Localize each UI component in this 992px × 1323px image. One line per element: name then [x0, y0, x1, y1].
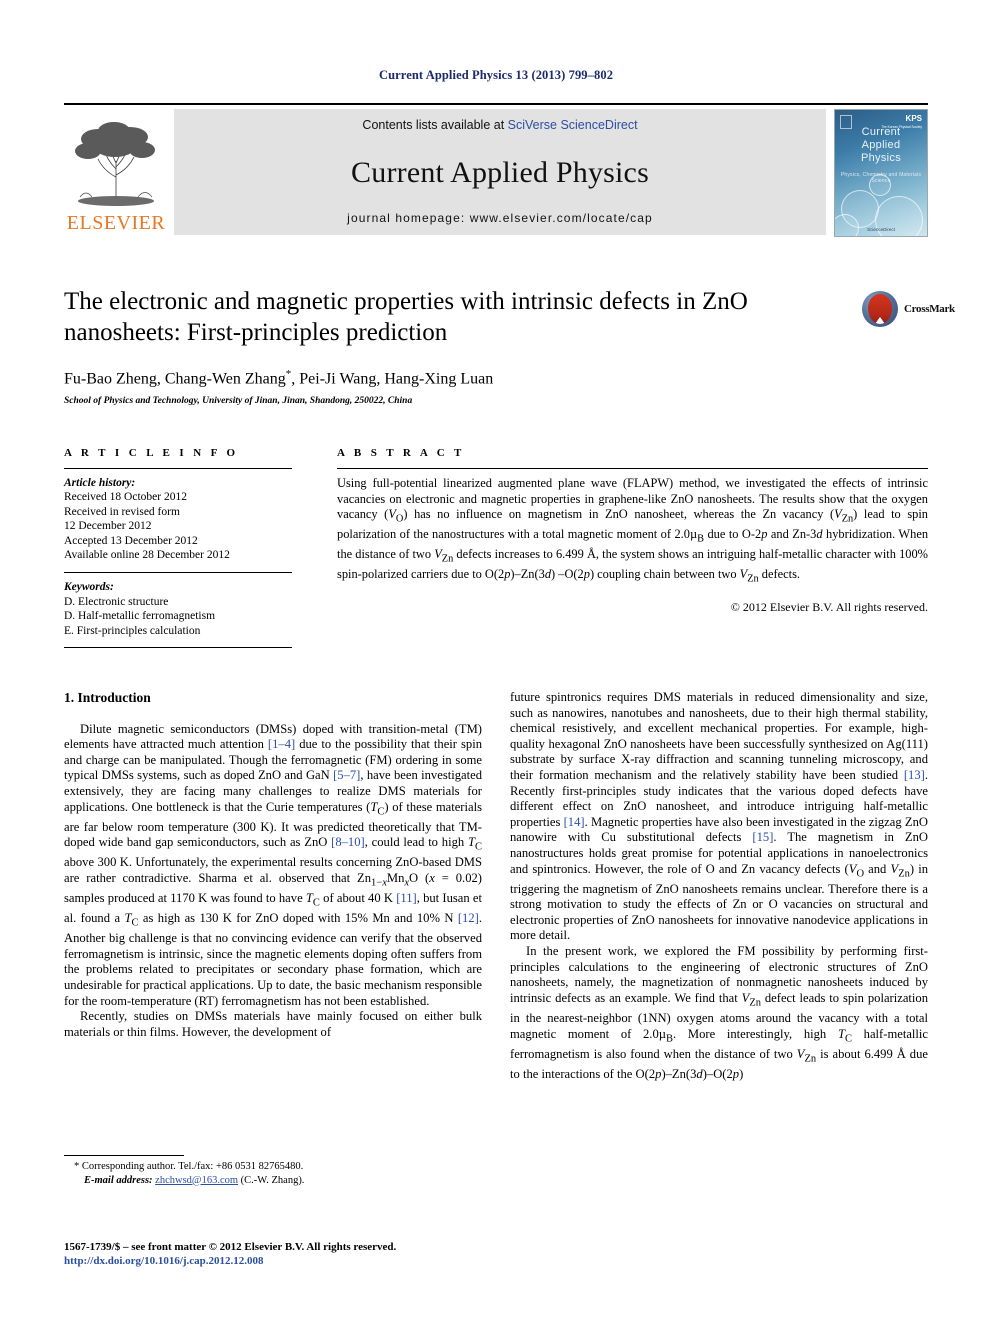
- journal-banner: Contents lists available at SciVerse Sci…: [174, 109, 826, 235]
- history-item: 12 December 2012: [64, 520, 152, 533]
- author-list: Fu-Bao Zheng, Chang-Wen Zhang*, Pei-Ji W…: [64, 368, 854, 388]
- history-item: Received 18 October 2012: [64, 491, 187, 504]
- sciencedirect-link[interactable]: SciVerse ScienceDirect: [508, 118, 638, 132]
- body-column-left: 1. Introduction Dilute magnetic semicond…: [64, 690, 482, 1040]
- email-note: E-mail address: zhchwsd@163.com (C.-W. Z…: [64, 1174, 482, 1188]
- contents-prefix: Contents lists available at: [362, 118, 508, 132]
- body-column-right: future spintronics requires DMS material…: [510, 690, 928, 1082]
- elsevier-tree-icon: [68, 117, 164, 213]
- imprint-block: 1567-1739/$ – see front matter © 2012 El…: [64, 1240, 524, 1268]
- article-title: The electronic and magnetic properties w…: [64, 288, 748, 346]
- cover-title: Current Applied Physics: [861, 126, 901, 164]
- elsevier-logo: ELSEVIER: [64, 109, 168, 235]
- paragraph: In the present work, we explored the FM …: [510, 944, 928, 1081]
- title-block: The electronic and magnetic properties w…: [64, 286, 854, 406]
- abstract-copyright: © 2012 Elsevier B.V. All rights reserved…: [730, 600, 928, 615]
- email-link[interactable]: zhchwsd@163.com: [155, 1175, 238, 1186]
- history-item: Available online 28 December 2012: [64, 549, 230, 562]
- email-suffix: (C.-W. Zhang).: [238, 1174, 305, 1186]
- abstract-text: Using full-potential linearized augmente…: [337, 476, 929, 585]
- author-affiliation: School of Physics and Technology, Univer…: [64, 396, 413, 407]
- journal-cover-thumbnail[interactable]: KPS The Korean Physical Society Current …: [834, 109, 928, 237]
- crossmark-badge[interactable]: CrossMark: [862, 288, 958, 330]
- corresponding-author-note: * Corresponding author. Tel./fax: +86 05…: [74, 1161, 304, 1172]
- history-item: Received in revised form: [64, 505, 180, 518]
- keyword-item: D. Half-metallic ferromagnetism: [64, 610, 216, 623]
- paragraph: Recently, studies on DMSs materials have…: [64, 1009, 482, 1039]
- paragraph: future spintronics requires DMS material…: [510, 690, 929, 943]
- email-label: E-mail address:: [84, 1174, 153, 1186]
- abstract-rule: [337, 468, 928, 469]
- cover-footer: ScienceDirect: [867, 227, 895, 232]
- article-info-box: A R T I C L E I N F O Article history: R…: [64, 447, 292, 649]
- imprint-line: 1567-1739/$ – see front matter © 2012 El…: [64, 1241, 397, 1253]
- section-title-introduction: 1. Introduction: [64, 690, 151, 705]
- footnote-block: * Corresponding author. Tel./fax: +86 05…: [64, 1155, 482, 1187]
- article-info-heading: A R T I C L E I N F O: [64, 447, 239, 459]
- crossmark-icon: [862, 291, 898, 327]
- article-info-bottom-rule: [64, 647, 292, 649]
- keyword-item: E. First-principles calculation: [64, 624, 201, 637]
- running-head: Current Applied Physics 13 (2013) 799–80…: [378, 68, 614, 82]
- history-item: Accepted 13 December 2012: [64, 534, 198, 547]
- journal-article-page: Current Applied Physics 13 (2013) 799–80…: [0, 0, 992, 1323]
- authors-main: Fu-Bao Zheng, Chang-Wen Zhang: [64, 370, 286, 388]
- crossmark-label: CrossMark: [904, 303, 955, 315]
- abstract-heading: A B S T R A C T: [337, 447, 465, 459]
- journal-title: Current Applied Physics: [351, 155, 649, 189]
- contents-line: Contents lists available at SciVerse Sci…: [362, 118, 637, 132]
- abstract-box: A B S T R A C T Using full-potential lin…: [337, 447, 928, 615]
- article-info-rule: [64, 468, 292, 469]
- keywords-label: Keywords:: [64, 581, 114, 594]
- article-history-label: Article history:: [64, 477, 136, 489]
- elsevier-wordmark: ELSEVIER: [66, 212, 166, 234]
- paragraph: Dilute magnetic semiconductors (DMSs) do…: [64, 721, 482, 1008]
- cover-bubble: [869, 174, 891, 196]
- doi-link[interactable]: http://dx.doi.org/10.1016/j.cap.2012.12.…: [64, 1254, 524, 1268]
- keywords-rule: [64, 572, 292, 574]
- keyword-item: D. Electronic structure: [64, 595, 169, 608]
- journal-masthead: ELSEVIER Contents lists available at Sci…: [64, 103, 928, 237]
- journal-homepage[interactable]: journal homepage: www.elsevier.com/locat…: [347, 211, 653, 225]
- masthead-top-rule: [64, 103, 928, 105]
- footnote-rule: [64, 1155, 184, 1156]
- authors-rest: , Pei-Ji Wang, Hang-Xing Luan: [291, 370, 494, 388]
